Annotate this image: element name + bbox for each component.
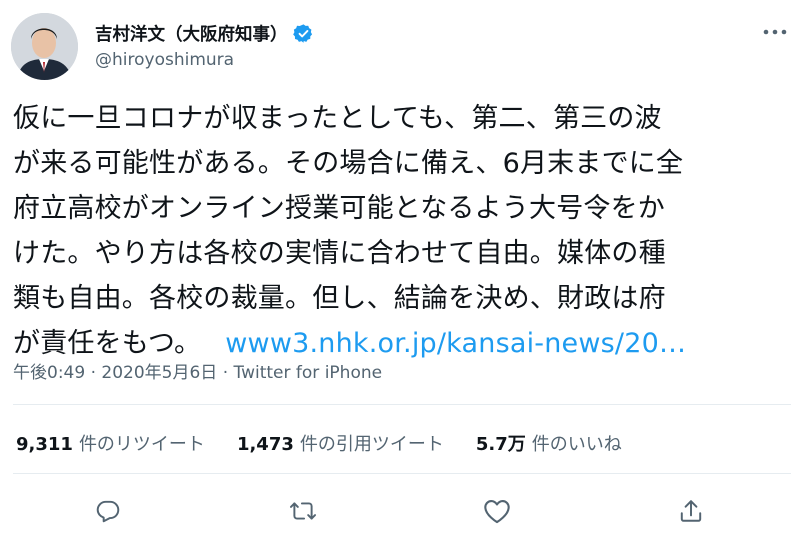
- retweet-count-link[interactable]: 9,311 件のリツイート: [16, 430, 205, 456]
- tweet-actions: [0, 492, 803, 530]
- more-options-button[interactable]: [758, 20, 792, 44]
- author-display-name[interactable]: 吉村洋文（大阪府知事）: [95, 21, 288, 46]
- retweet-count: 9,311: [16, 434, 73, 455]
- verified-badge-icon: [292, 23, 314, 44]
- avatar[interactable]: [11, 13, 78, 80]
- tweet-time[interactable]: 午後0:49: [13, 363, 85, 383]
- reply-icon: [96, 500, 120, 523]
- heart-icon: [484, 500, 510, 524]
- retweet-icon: [289, 502, 317, 520]
- more-dots-icon: [763, 29, 787, 35]
- reply-button[interactable]: [89, 492, 127, 530]
- share-button[interactable]: [672, 492, 710, 530]
- divider: [13, 473, 791, 474]
- meta-separator: ·: [217, 363, 234, 383]
- like-button[interactable]: [478, 492, 516, 530]
- tweet-stats: 9,311 件のリツイート 1,473 件の引用ツイート 5.7万 件のいいね: [16, 430, 654, 456]
- tweet-link[interactable]: www3.nhk.or.jp/kansai-news/20…: [225, 328, 686, 359]
- tweet-text-line: が来る可能性がある。その場合に備え、6月末までに全: [13, 148, 684, 179]
- quote-count-link[interactable]: 1,473 件の引用ツイート: [237, 430, 444, 456]
- author-handle[interactable]: @hiroyoshimura: [95, 50, 234, 70]
- tweet-text-line: 類も自由。各校の裁量。但し、結論を決め、財政は府: [13, 283, 666, 314]
- like-count-link[interactable]: 5.7万 件のいいね: [476, 430, 622, 456]
- tweet-date[interactable]: 2020年5月6日: [101, 363, 217, 383]
- divider: [13, 404, 791, 405]
- tweet-text: 仮に一旦コロナが収まったとしても、第二、第三の波 が来る可能性がある。その場合に…: [13, 96, 799, 366]
- tweet-text-line: 仮に一旦コロナが収まったとしても、第二、第三の波: [13, 103, 662, 134]
- like-count: 5.7万: [475, 434, 526, 455]
- tweet-text-line: けた。やり方は各校の実情に合わせて自由。媒体の種: [13, 238, 666, 269]
- like-label: 件のいいね: [531, 434, 622, 455]
- retweet-button[interactable]: [284, 492, 322, 530]
- author-name-row: 吉村洋文（大阪府知事）: [95, 21, 314, 46]
- quote-count: 1,473: [236, 434, 294, 455]
- tweet-text-line: 府立高校がオンライン授業可能となるよう大号令をか: [13, 193, 665, 224]
- tweet-text-tail: が責任をもつ。: [13, 328, 202, 359]
- meta-separator: ·: [85, 363, 102, 383]
- quote-label: 件の引用ツイート: [299, 434, 444, 455]
- avatar-image: [11, 13, 78, 80]
- retweet-label: 件のリツイート: [78, 434, 205, 455]
- tweet-meta: 午後0:49 · 2020年5月6日 · Twitter for iPhone: [13, 358, 382, 383]
- share-icon: [680, 500, 702, 522]
- tweet-source[interactable]: Twitter for iPhone: [234, 363, 383, 383]
- tweet-card: 吉村洋文（大阪府知事） @hiroyoshimura 仮に一旦コロナが収まったと…: [0, 0, 803, 560]
